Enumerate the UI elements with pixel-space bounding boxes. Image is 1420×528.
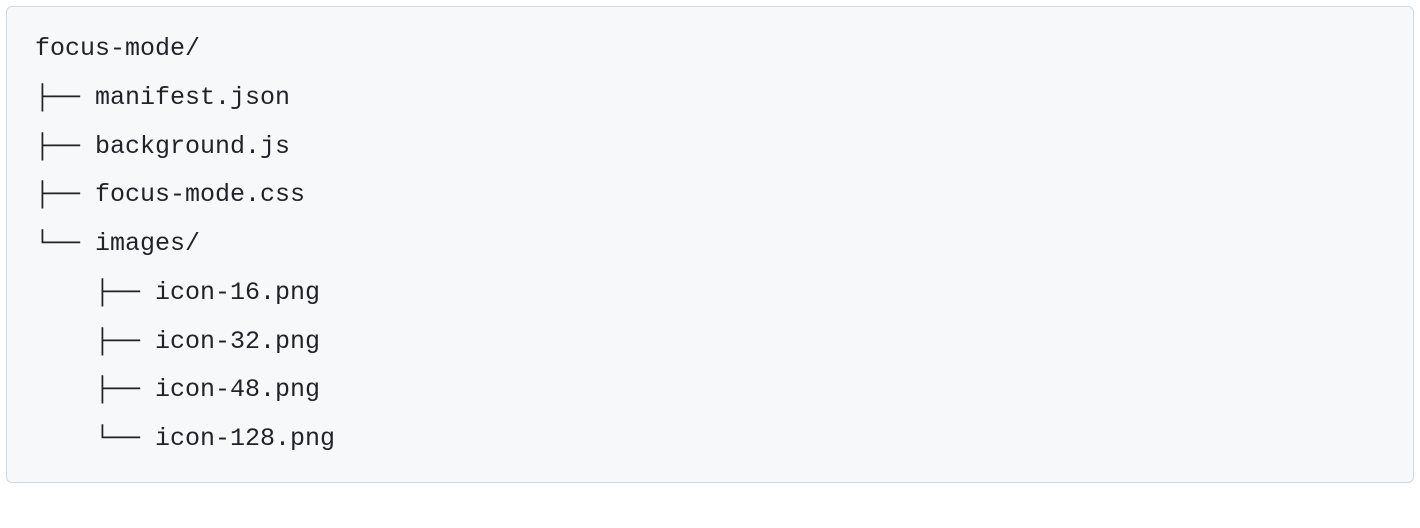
tree-root: focus-mode/	[35, 25, 1385, 74]
tree-file: └── icon-128.png	[35, 415, 1385, 464]
tree-file: ├── focus-mode.css	[35, 171, 1385, 220]
tree-file: ├── manifest.json	[35, 74, 1385, 123]
tree-file: ├── icon-16.png	[35, 269, 1385, 318]
tree-file: ├── icon-48.png	[35, 366, 1385, 415]
file-tree-block: focus-mode/├── manifest.json├── backgrou…	[6, 6, 1414, 483]
tree-file: ├── background.js	[35, 123, 1385, 172]
tree-file: ├── icon-32.png	[35, 318, 1385, 367]
tree-folder: └── images/	[35, 220, 1385, 269]
